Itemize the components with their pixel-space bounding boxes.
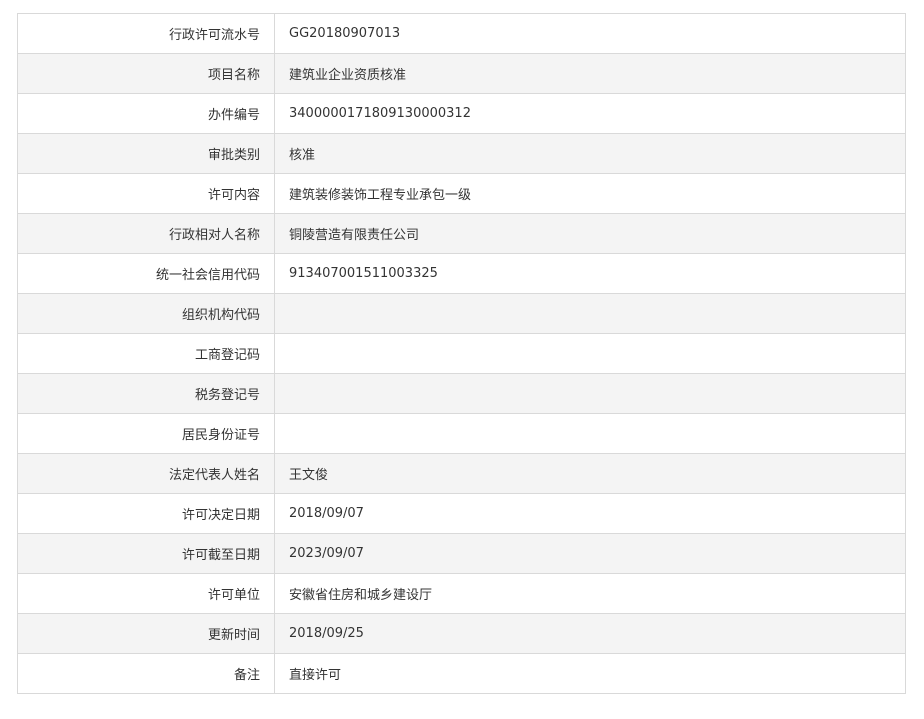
row-label: 许可决定日期 [17, 493, 275, 534]
row-value: GG20180907013 [274, 13, 906, 54]
row-label: 工商登记码 [17, 333, 275, 374]
table-row: 许可截至日期 2023/09/07 [17, 533, 906, 574]
table-row: 许可单位 安徽省住房和城乡建设厅 [17, 573, 906, 614]
row-label: 许可内容 [17, 173, 275, 214]
row-value: 建筑装修装饰工程专业承包一级 [274, 173, 906, 214]
row-value: 2023/09/07 [274, 533, 906, 574]
table-row: 统一社会信用代码 913407001511003325 [17, 253, 906, 294]
row-value: 建筑业企业资质核准 [274, 53, 906, 94]
row-value: 340000017180913000031​2 [274, 93, 906, 134]
row-label: 备注 [17, 653, 275, 694]
row-value: 2018/09/25 [274, 613, 906, 654]
row-label: 许可单位 [17, 573, 275, 614]
row-value [274, 333, 906, 374]
table-row: 审批类别 核准 [17, 133, 906, 174]
row-label: 更新时间 [17, 613, 275, 654]
table-row: 行政相对人名称 铜陵营造有限责任公司 [17, 213, 906, 254]
table-row: 项目名称 建筑业企业资质核准 [17, 53, 906, 94]
row-label: 办件编号 [17, 93, 275, 134]
table-row: 法定代表人姓名 王文俊 [17, 453, 906, 494]
table-row: 行政许可流水号 GG20180907013 [17, 13, 906, 54]
row-value: 913407001511003325 [274, 253, 906, 294]
table-row: 工商登记码 [17, 333, 906, 374]
table-row: 备注 直接许可 [17, 653, 906, 694]
row-label: 组织机构代码 [17, 293, 275, 334]
table-row: 许可决定日期 2018/09/07 [17, 493, 906, 534]
row-value: 2018/09/07 [274, 493, 906, 534]
table-row: 税务登记号 [17, 373, 906, 414]
row-label: 统一社会信用代码 [17, 253, 275, 294]
table-row: 办件编号 340000017180913000031​2 [17, 93, 906, 134]
row-label: 行政相对人名称 [17, 213, 275, 254]
table-row: 居民身份证号 [17, 413, 906, 454]
row-value [274, 293, 906, 334]
license-info-table: 行政许可流水号 GG20180907013 项目名称 建筑业企业资质核准 办件编… [17, 13, 906, 694]
table-row: 更新时间 2018/09/25 [17, 613, 906, 654]
row-value: 核准 [274, 133, 906, 174]
row-label: 审批类别 [17, 133, 275, 174]
row-value: 直接许可 [274, 653, 906, 694]
row-label: 项目名称 [17, 53, 275, 94]
row-label: 许可截至日期 [17, 533, 275, 574]
row-value: 安徽省住房和城乡建设厅 [274, 573, 906, 614]
row-label: 法定代表人姓名 [17, 453, 275, 494]
row-value: 铜陵营造有限责任公司 [274, 213, 906, 254]
row-label: 居民身份证号 [17, 413, 275, 454]
row-label: 行政许可流水号 [17, 13, 275, 54]
row-label: 税务登记号 [17, 373, 275, 414]
row-value [274, 413, 906, 454]
row-value: 王文俊 [274, 453, 906, 494]
table-row: 组织机构代码 [17, 293, 906, 334]
row-value [274, 373, 906, 414]
table-row: 许可内容 建筑装修装饰工程专业承包一级 [17, 173, 906, 214]
